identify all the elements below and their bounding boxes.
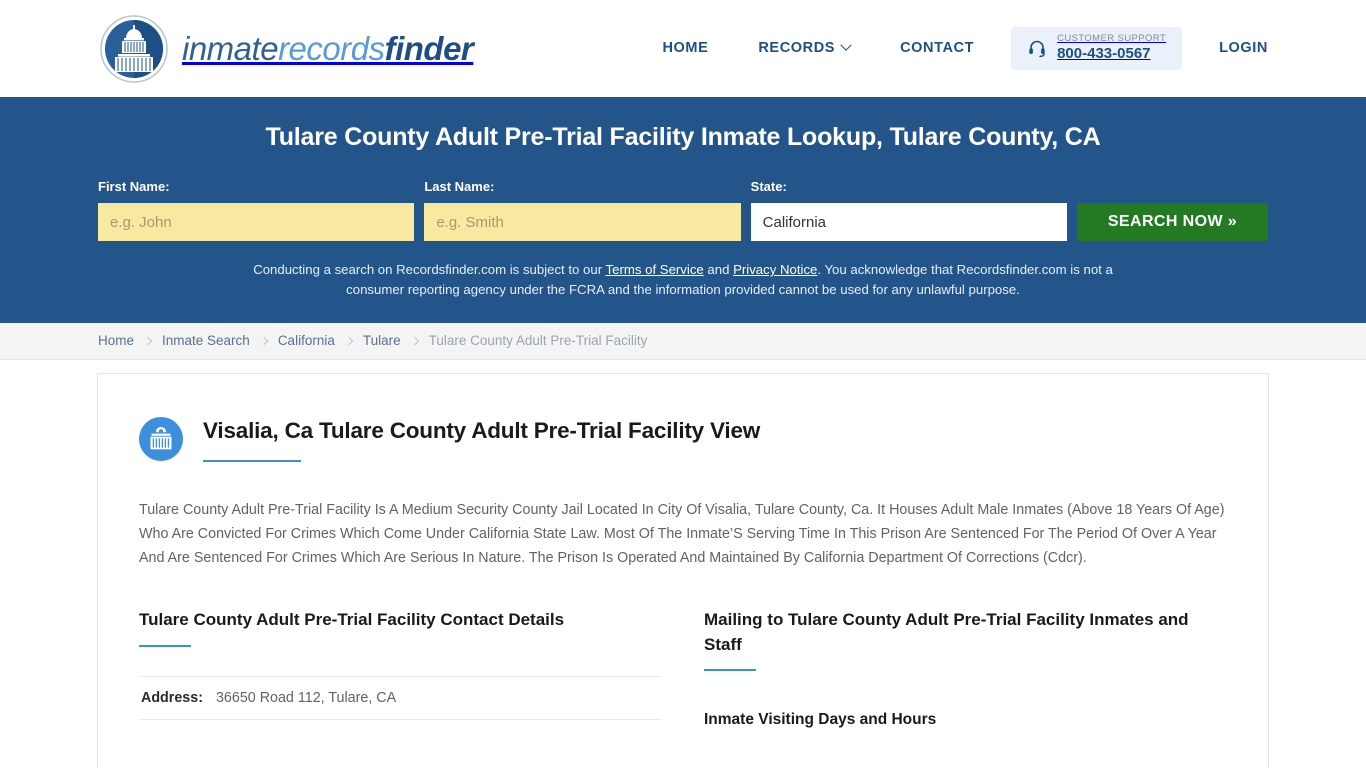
chevron-right-icon [410, 336, 419, 346]
nav-label: RECORDS [758, 40, 836, 57]
breadcrumb-item-inmate-search[interactable]: Inmate Search [162, 333, 250, 348]
hero-search-section: Tulare County Adult Pre-Trial Facility I… [0, 97, 1366, 323]
main-navigation: HOME RECORDS CONTACT CUSTOMER SUPPORT 80… [637, 27, 1268, 70]
nav-item-records[interactable]: RECORDS [733, 39, 875, 57]
jail-facility-icon [139, 417, 183, 462]
contact-details-column: Tulare County Adult Pre-Trial Facility C… [139, 608, 662, 729]
nav-item-login[interactable]: LOGIN [1194, 40, 1268, 56]
brand-part-2: records [278, 30, 385, 67]
state-label: State: [750, 179, 787, 194]
breadcrumb-item-home[interactable]: Home [98, 333, 134, 348]
nav-item-contact[interactable]: CONTACT [875, 40, 999, 56]
page-header: Visalia, Ca Tulare County Adult Pre-Tria… [139, 416, 1227, 463]
brand-part-1: inmate [182, 30, 279, 67]
title-accent-rule [203, 459, 301, 463]
breadcrumb-item-california[interactable]: California [278, 333, 335, 348]
first-name-label: First Name: [98, 179, 170, 194]
address-value: 36650 Road 112, Tulare, CA [215, 690, 397, 707]
inmate-search-form: First Name: Last Name: State: California… [98, 179, 1268, 241]
last-name-input[interactable] [424, 203, 741, 241]
headset-icon [1029, 41, 1045, 58]
search-disclaimer: Conducting a search on Recordsfinder.com… [252, 260, 1114, 301]
content-wrapper: Visalia, Ca Tulare County Adult Pre-Tria… [0, 360, 1366, 768]
mailing-column: Mailing to Tulare County Adult Pre-Trial… [704, 608, 1227, 729]
page-title: Visalia, Ca Tulare County Adult Pre-Tria… [203, 417, 761, 443]
chevron-down-icon [840, 39, 852, 52]
chevron-right-icon [344, 336, 354, 346]
hero-title: Tulare County Adult Pre-Trial Facility I… [265, 123, 1101, 151]
privacy-notice-link[interactable]: Privacy Notice [733, 262, 817, 277]
support-phone: 800-433-0567 [1057, 45, 1151, 63]
last-name-field-group: Last Name: [424, 179, 741, 241]
nav-label: CONTACT [900, 40, 975, 57]
detail-columns: Tulare County Adult Pre-Trial Facility C… [139, 608, 1227, 729]
brand-part-3: finder [384, 30, 474, 67]
last-name-label: Last Name: [424, 179, 495, 194]
mailing-accent-rule [704, 668, 756, 672]
first-name-field-group: First Name: [98, 179, 415, 241]
page-header-text: Visalia, Ca Tulare County Adult Pre-Tria… [203, 416, 760, 463]
nav-label: HOME [662, 40, 709, 57]
address-row: Address: 36650 Road 112, Tulare, CA [139, 676, 662, 721]
nav-label: LOGIN [1219, 40, 1268, 57]
customer-support-button[interactable]: CUSTOMER SUPPORT 800-433-0567 [1011, 27, 1183, 70]
chevron-right-icon [259, 336, 269, 346]
breadcrumb-item-current: Tulare County Adult Pre-Trial Facility [428, 333, 648, 349]
breadcrumb-item-tulare[interactable]: Tulare [363, 333, 401, 348]
facility-description: Tulare County Adult Pre-Trial Facility I… [139, 502, 1225, 567]
disclaimer-part-1: Conducting a search on Recordsfinder.com… [253, 262, 606, 277]
site-header: inmaterecordsfinder HOME RECORDS CONTACT… [0, 0, 1366, 97]
nav-item-home[interactable]: HOME [637, 40, 733, 56]
search-now-button[interactable]: SEARCH NOW » [1076, 203, 1268, 241]
contact-accent-rule [139, 644, 191, 648]
support-label: CUSTOMER SUPPORT [1057, 33, 1167, 45]
mailing-title: Mailing to Tulare County Adult Pre-Trial… [704, 610, 1189, 654]
disclaimer-part-2: and [703, 262, 734, 277]
facility-detail-card: Visalia, Ca Tulare County Adult Pre-Tria… [97, 372, 1269, 768]
terms-of-service-link[interactable]: Terms of Service [606, 262, 704, 277]
chevron-right-icon [143, 336, 153, 346]
capitol-dome-icon [100, 14, 168, 83]
breadcrumb: Home Inmate Search California Tulare Tul… [0, 322, 1366, 360]
support-text-block: CUSTOMER SUPPORT 800-433-0567 [1057, 33, 1167, 63]
brand-wordmark: inmaterecordsfinder [182, 30, 474, 67]
state-select[interactable]: California [750, 203, 1067, 241]
contact-details-title: Tulare County Adult Pre-Trial Facility C… [139, 610, 565, 630]
address-label: Address: [141, 690, 203, 707]
first-name-input[interactable] [98, 203, 415, 241]
visiting-hours-title: Inmate Visiting Days and Hours [704, 711, 937, 729]
site-logo[interactable]: inmaterecordsfinder [98, 14, 474, 84]
state-field-group: State: California [750, 179, 1067, 241]
